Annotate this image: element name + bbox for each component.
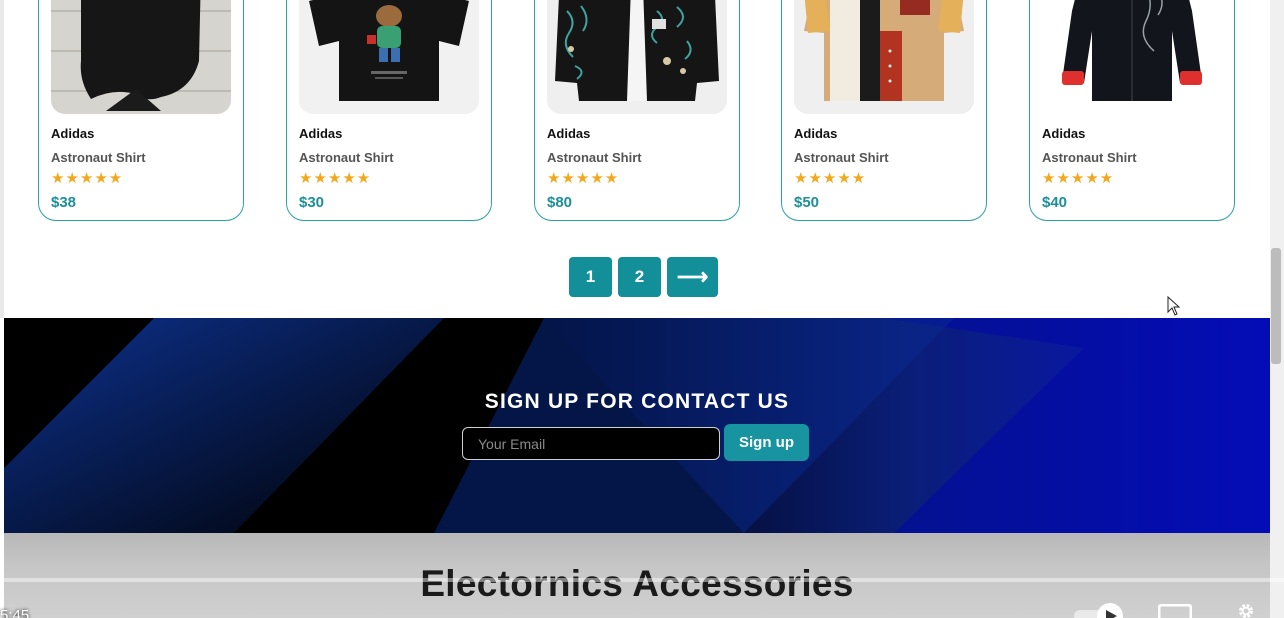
star-rating: ★★★★★ <box>547 170 620 187</box>
subtitles-icon[interactable] <box>1158 604 1192 618</box>
product-name[interactable]: Astronaut Shirt <box>1042 150 1137 165</box>
mouse-cursor-icon <box>1167 296 1181 316</box>
product-price: $80 <box>547 194 573 211</box>
product-image-black-tshirt[interactable]: hp <box>51 0 231 114</box>
star-rating: ★★★★★ <box>1042 170 1115 187</box>
page-2-button[interactable]: 2 <box>618 257 661 297</box>
scrollbar-thumb[interactable] <box>1271 248 1281 364</box>
video-progress-bar[interactable] <box>0 578 1284 582</box>
section-heading: Electornics Accessories <box>420 563 854 604</box>
product-image-colorblock-shirt[interactable] <box>794 0 974 114</box>
star-rating: ★★★★★ <box>51 170 124 187</box>
product-price: $50 <box>794 194 820 211</box>
product-brand: Adidas <box>794 126 838 141</box>
product-price: $40 <box>1042 194 1068 211</box>
settings-gear-icon[interactable] <box>1230 602 1262 618</box>
autoplay-toggle-icon[interactable] <box>1074 600 1126 618</box>
product-card[interactable]: Adidas Astronaut Shirt ★★★★★ $50 <box>781 0 987 221</box>
product-brand: Adidas <box>547 126 591 141</box>
page-1-button[interactable]: 1 <box>569 257 612 297</box>
product-card[interactable]: Adidas Astronaut Shirt ★★★★★ $80 <box>534 0 740 221</box>
product-brand: Adidas <box>299 126 343 141</box>
product-brand: Adidas <box>1042 126 1086 141</box>
product-name[interactable]: Astronaut Shirt <box>794 150 889 165</box>
product-name[interactable]: Astronaut Shirt <box>51 150 146 165</box>
signup-button[interactable]: Sign up <box>724 424 809 461</box>
signup-title: SIGN UP FOR CONTACT US <box>484 390 790 413</box>
product-image-bear-tshirt[interactable] <box>299 0 479 114</box>
product-name[interactable]: Astronaut Shirt <box>547 150 642 165</box>
email-input[interactable] <box>462 427 720 460</box>
product-name[interactable]: Astronaut Shirt <box>299 150 394 165</box>
video-timestamp: 5:45 <box>0 607 30 618</box>
product-image-black-red-shirt[interactable] <box>1042 0 1222 114</box>
pagination: 1 2 ⟶ <box>569 257 718 297</box>
star-rating: ★★★★★ <box>299 170 372 187</box>
star-rating: ★★★★★ <box>794 170 867 187</box>
product-card[interactable]: Adidas Astronaut Shirt ★★★★★ $40 <box>1029 0 1235 221</box>
product-price: $30 <box>299 194 325 211</box>
page: hp Adidas Astronaut Shirt ★★★★★ $38 <box>0 0 1284 618</box>
next-page-button[interactable]: ⟶ <box>667 257 718 297</box>
page-scrollbar[interactable] <box>1270 0 1284 618</box>
signup-background <box>4 318 1270 533</box>
product-price: $38 <box>51 194 77 211</box>
product-brand: Adidas <box>51 126 95 141</box>
signup-section: SIGN UP FOR CONTACT US Sign up <box>4 318 1270 533</box>
product-card[interactable]: Adidas Astronaut Shirt ★★★★★ $30 <box>286 0 492 221</box>
product-card[interactable]: hp Adidas Astronaut Shirt ★★★★★ $38 <box>38 0 244 221</box>
product-grid: hp Adidas Astronaut Shirt ★★★★★ $38 <box>0 0 1270 318</box>
product-image-patterned-shirt[interactable] <box>547 0 727 114</box>
